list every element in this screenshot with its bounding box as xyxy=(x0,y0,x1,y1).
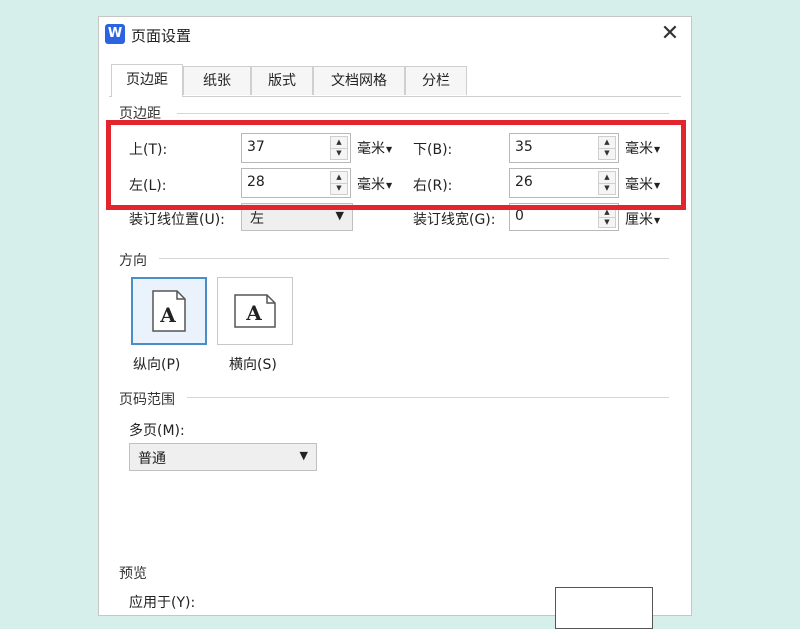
tab-layout[interactable]: 版式 xyxy=(251,66,313,95)
tab-document-grid[interactable]: 文档网格 xyxy=(313,66,405,95)
spin-down-icon[interactable]: ▼ xyxy=(599,217,615,227)
chevron-down-icon: ▼ xyxy=(654,215,661,225)
multiple-pages-label: 多页(M): xyxy=(129,423,185,439)
spinner-arrows: ▲ ▼ xyxy=(598,136,616,160)
gutter-width-unit[interactable]: 厘米▼ xyxy=(625,209,660,229)
close-icon[interactable]: ✕ xyxy=(657,21,683,47)
chevron-down-icon: ▼ xyxy=(386,180,393,190)
spin-down-icon[interactable]: ▼ xyxy=(331,148,347,159)
divider xyxy=(177,113,669,114)
gutter-position-value: 左 xyxy=(250,211,264,227)
left-margin-unit[interactable]: 毫米▼ xyxy=(357,174,392,194)
chevron-down-icon: ▼ xyxy=(654,144,661,154)
tab-bar: 页边距 纸张 版式 文档网格 分栏 xyxy=(109,64,681,97)
left-margin-spinner[interactable]: 28 ▲ ▼ xyxy=(241,168,351,198)
chevron-down-icon: ▼ xyxy=(299,449,308,462)
spinner-arrows: ▲ ▼ xyxy=(598,171,616,195)
gutter-width-value: 0 xyxy=(515,208,524,224)
gutter-width-label: 装订线宽(G): xyxy=(413,212,496,228)
top-margin-value: 37 xyxy=(247,139,265,155)
multiple-pages-select[interactable]: 普通 ▼ xyxy=(129,443,317,471)
apply-to-label: 应用于(Y): xyxy=(129,595,196,611)
chevron-down-icon: ▼ xyxy=(335,209,344,222)
tab-columns[interactable]: 分栏 xyxy=(405,66,467,95)
spinner-arrows: ▲ ▼ xyxy=(330,171,348,195)
spin-down-icon[interactable]: ▼ xyxy=(331,183,347,194)
unit-label: 毫米 xyxy=(625,141,653,157)
right-margin-value: 26 xyxy=(515,174,533,190)
dialog-title: 页面设置 xyxy=(131,27,192,45)
bottom-margin-label: 下(B): xyxy=(413,142,453,158)
left-margin-label: 左(L): xyxy=(129,178,167,194)
bottom-margin-value: 35 xyxy=(515,139,533,155)
right-margin-label: 右(R): xyxy=(413,178,453,194)
orientation-section-label: 方向 xyxy=(119,253,147,269)
title-bar[interactable]: W 页面设置 ✕ xyxy=(99,17,691,53)
tab-margins[interactable]: 页边距 xyxy=(111,64,183,97)
spin-down-icon[interactable]: ▼ xyxy=(599,148,615,159)
spinner-arrows: ▲ ▼ xyxy=(330,136,348,160)
unit-label: 毫米 xyxy=(357,141,385,157)
top-margin-unit[interactable]: 毫米▼ xyxy=(357,138,392,158)
landscape-label: 横向(S) xyxy=(229,357,277,373)
bottom-margin-spinner[interactable]: 35 ▲ ▼ xyxy=(509,133,619,163)
landscape-page-icon: A xyxy=(234,294,276,328)
right-margin-spinner[interactable]: 26 ▲ ▼ xyxy=(509,168,619,198)
tab-paper[interactable]: 纸张 xyxy=(183,66,251,95)
right-margin-unit[interactable]: 毫米▼ xyxy=(625,174,660,194)
letter-a-glyph: A xyxy=(245,301,262,325)
left-margin-value: 28 xyxy=(247,174,265,190)
portrait-label: 纵向(P) xyxy=(133,357,181,373)
chevron-down-icon: ▼ xyxy=(386,144,393,154)
page-setup-dialog: W 页面设置 ✕ 页边距 纸张 版式 文档网格 分栏 页边距 上(T): 37 … xyxy=(98,16,692,629)
landscape-button[interactable]: A xyxy=(217,277,293,345)
letter-a-glyph: A xyxy=(159,303,176,327)
margins-section-label: 页边距 xyxy=(119,106,161,122)
divider xyxy=(187,397,669,398)
chevron-down-icon: ▼ xyxy=(654,180,661,190)
multiple-pages-value: 普通 xyxy=(138,451,166,467)
page-range-section-label: 页码范围 xyxy=(119,392,175,408)
portrait-page-icon: A xyxy=(152,290,186,332)
portrait-button[interactable]: A xyxy=(131,277,207,345)
spinner-arrows: ▲ ▼ xyxy=(598,206,616,228)
wps-writer-icon: W xyxy=(105,24,125,44)
preview-page xyxy=(555,587,653,629)
gutter-width-spinner[interactable]: 0 ▲ ▼ xyxy=(509,203,619,231)
unit-label: 毫米 xyxy=(625,177,653,193)
divider xyxy=(159,258,669,259)
gutter-position-select[interactable]: 左 ▼ xyxy=(241,203,353,231)
gutter-position-label: 装订线位置(U): xyxy=(129,212,225,228)
preview-section-label: 预览 xyxy=(119,566,147,582)
spin-down-icon[interactable]: ▼ xyxy=(599,183,615,194)
unit-label: 毫米 xyxy=(357,177,385,193)
bottom-margin-unit[interactable]: 毫米▼ xyxy=(625,138,660,158)
top-margin-label: 上(T): xyxy=(129,142,168,158)
unit-label: 厘米 xyxy=(625,212,653,228)
top-margin-spinner[interactable]: 37 ▲ ▼ xyxy=(241,133,351,163)
